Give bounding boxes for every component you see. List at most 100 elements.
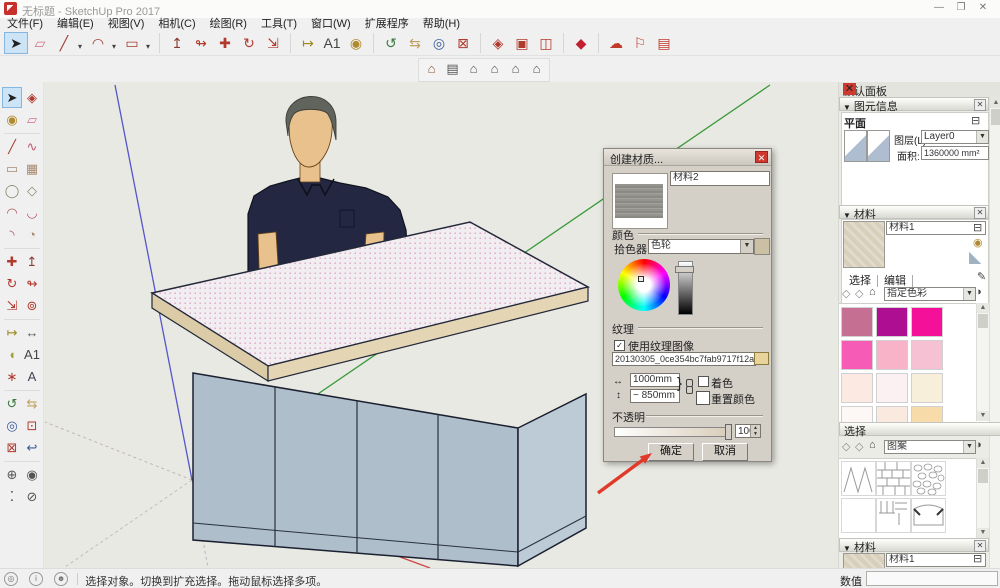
scroll-up-icon[interactable]: ▲ xyxy=(990,97,1000,108)
zoom-icon[interactable]: ◎ xyxy=(427,32,451,54)
collections-dropdown[interactable]: 指定色彩▼ xyxy=(884,287,976,301)
circle-icon[interactable]: ◯ xyxy=(2,180,22,201)
view-back-icon[interactable]: ⌂ xyxy=(505,59,526,79)
dropdown-caret-icon[interactable]: ▾ xyxy=(78,36,82,58)
use-texture-checkbox[interactable]: ✓ xyxy=(614,340,625,351)
arc-icon[interactable]: ◠ xyxy=(2,202,22,223)
eyedropper-icon[interactable]: ✎ xyxy=(977,270,986,283)
material-name-input[interactable]: 材料2 xyxy=(670,171,770,186)
paint-bucket-icon[interactable]: ◉ xyxy=(344,32,368,54)
pattern-thumb-cobblestone[interactable] xyxy=(911,461,946,496)
materials-header[interactable]: ▼材料 ✕ xyxy=(839,205,989,219)
lock-aspect-icon[interactable] xyxy=(686,379,693,395)
pan-icon[interactable]: ⇆ xyxy=(403,32,427,54)
tray-scrollbar[interactable]: ▲ xyxy=(989,97,1000,568)
3d-text-icon[interactable]: A xyxy=(22,366,42,387)
axes-icon[interactable]: ∗ xyxy=(2,366,22,387)
component-attributes-icon[interactable]: ◫ xyxy=(534,32,558,54)
previous-icon[interactable]: ↩ xyxy=(22,437,42,458)
menu-item[interactable]: 工具(T) xyxy=(254,18,304,31)
select-icon[interactable]: ➤ xyxy=(4,32,28,54)
view-right-icon[interactable]: ⌂ xyxy=(484,59,505,79)
view-iso-icon[interactable]: ⌂ xyxy=(421,59,442,79)
pattern-scrollbar[interactable]: ▲ ▼ xyxy=(976,458,989,538)
back-face-swatch[interactable] xyxy=(867,130,890,162)
menu-item[interactable]: 窗口(W) xyxy=(304,18,358,31)
colorize-checkbox[interactable] xyxy=(698,376,709,387)
chevron-down-icon[interactable]: ▼ xyxy=(740,240,753,253)
pattern-thumb-stone-wall[interactable] xyxy=(876,461,911,496)
color-swatch[interactable] xyxy=(841,307,873,337)
paint-bucket-icon[interactable]: ◉ xyxy=(2,109,22,130)
texture-filename-input[interactable]: 20130305_0ce354bc7fab9717f12a5zBL1R xyxy=(612,352,756,366)
freehand-icon[interactable]: ∿ xyxy=(22,136,42,157)
material-thumbnail[interactable] xyxy=(843,221,885,268)
zoom-extents-icon[interactable]: ⊠ xyxy=(451,32,475,54)
zoom-extents-icon[interactable]: ⊠ xyxy=(2,437,22,458)
view-front-icon[interactable]: ⌂ xyxy=(463,59,484,79)
rectangle-icon[interactable]: ▭▾ xyxy=(120,32,144,54)
counter-cabinet[interactable] xyxy=(152,222,588,566)
tray-close-icon[interactable]: ✕ xyxy=(843,83,856,95)
texture-width-input[interactable]: 1000mm xyxy=(630,373,680,387)
scroll-thumb[interactable] xyxy=(991,109,1000,125)
chevron-down-icon[interactable]: ▼ xyxy=(976,131,988,143)
3d-warehouse-icon[interactable]: ☁ xyxy=(604,32,628,54)
pan-icon[interactable]: ⇆ xyxy=(22,393,42,414)
dropdown-caret-icon[interactable]: ▾ xyxy=(146,36,150,58)
offset-icon[interactable]: ⊚ xyxy=(22,295,42,316)
close-button[interactable]: ✕ xyxy=(972,2,994,13)
color-swatch[interactable] xyxy=(911,340,943,370)
materials-close-icon[interactable]: ✕ xyxy=(974,207,986,219)
color-swatch[interactable] xyxy=(911,406,943,422)
section-plane-icon[interactable]: ⊘ xyxy=(22,486,42,507)
front-face-swatch[interactable] xyxy=(844,130,867,162)
scale-icon[interactable]: ⇲ xyxy=(2,295,22,316)
color-swatch[interactable] xyxy=(841,406,873,422)
color-swatch[interactable] xyxy=(876,307,908,337)
dialog-title-bar[interactable]: 创建材质... xyxy=(604,149,771,166)
collapse-triangle-icon[interactable]: ▼ xyxy=(843,544,851,553)
color-swatch[interactable] xyxy=(841,340,873,370)
walk-icon[interactable]: ⁚ xyxy=(2,486,22,507)
view-left-icon[interactable]: ⌂ xyxy=(526,59,547,79)
layer-dropdown[interactable]: Layer0▼ xyxy=(921,130,989,144)
scroll-up-icon[interactable]: ▲ xyxy=(977,458,989,468)
materials-bottom-header[interactable]: ▼材料 ✕ xyxy=(839,538,989,552)
forward-arrow-icon[interactable]: ◇ xyxy=(855,287,863,300)
collapse-triangle-icon[interactable]: ▼ xyxy=(843,103,851,112)
eraser-icon[interactable]: ▱ xyxy=(22,109,42,130)
push-pull-icon[interactable]: ↥ xyxy=(22,251,42,272)
component-options-icon[interactable]: ▣ xyxy=(510,32,534,54)
line-icon[interactable]: ╱ xyxy=(2,136,22,157)
materials-bottom-close-icon[interactable]: ✕ xyxy=(974,540,986,552)
eraser-icon[interactable]: ▱ xyxy=(28,32,52,54)
scroll-down-icon[interactable]: ▼ xyxy=(977,411,989,421)
browse-texture-icon[interactable] xyxy=(754,352,769,365)
back-arrow-icon[interactable]: ◇ xyxy=(842,440,850,453)
generate-report-icon[interactable]: ▤ xyxy=(652,32,676,54)
zoom-window-icon[interactable]: ⊡ xyxy=(22,415,42,436)
home-icon[interactable]: ⌂ xyxy=(869,439,876,451)
follow-me-icon[interactable]: ↬ xyxy=(22,273,42,294)
select-icon[interactable]: ➤ xyxy=(2,87,22,108)
chevron-down-icon[interactable]: ▼ xyxy=(963,288,975,300)
ok-button[interactable]: 确定 xyxy=(648,443,694,461)
look-around-icon[interactable]: ◉ xyxy=(22,464,42,485)
pattern-thumb-awning[interactable] xyxy=(911,498,946,533)
chevron-down-icon[interactable]: ▼ xyxy=(963,441,975,453)
picker-dropdown[interactable]: 色轮▼ xyxy=(648,239,754,254)
menu-item[interactable]: 文件(F) xyxy=(0,18,50,31)
pattern-thumb-parquet[interactable] xyxy=(876,498,911,533)
paint-detail-icon[interactable]: ◑ xyxy=(975,286,982,298)
texture-height-input[interactable]: ~ 850mm xyxy=(630,389,680,403)
dropdown-caret-icon[interactable]: ▾ xyxy=(112,36,116,58)
spinner-arrows-icon[interactable]: ▲▼ xyxy=(750,425,760,437)
color-swatch[interactable] xyxy=(841,373,873,403)
tape-measure-icon[interactable]: ↦ xyxy=(296,32,320,54)
back-arrow-icon[interactable]: ◇ xyxy=(842,287,850,300)
home-icon[interactable]: ⌂ xyxy=(869,286,876,298)
menu-item[interactable]: 扩展程序 xyxy=(358,18,416,31)
make-component-icon[interactable]: ◈ xyxy=(22,87,42,108)
rectangle-icon[interactable]: ▭ xyxy=(2,158,22,179)
